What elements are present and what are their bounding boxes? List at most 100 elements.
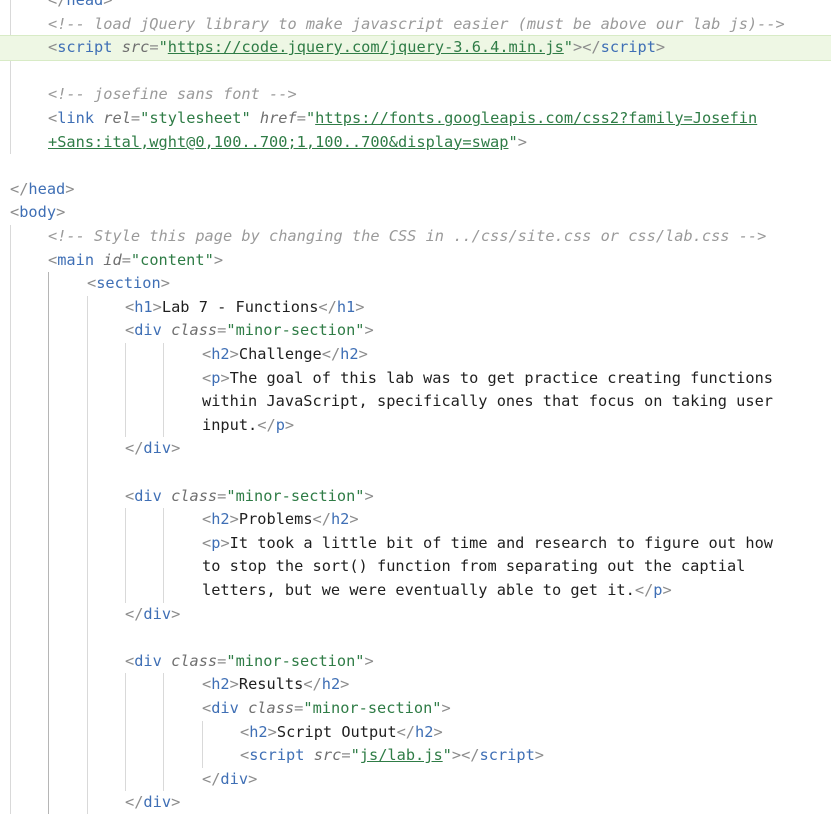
code-line-text: <div class="minor-section"> [125,650,374,674]
code-line[interactable]: <h2>Problems</h2> [0,508,831,532]
code-token: class [171,651,218,670]
code-token: " [350,746,360,765]
code-line[interactable]: input.</p> [0,414,831,438]
code-token: </ [634,581,654,599]
code-token: > [56,203,66,222]
code-line-text: <link rel="stylesheet" href="https://fon… [48,107,757,131]
code-token: <!-- Style this page by changing the CSS… [48,227,767,245]
code-line[interactable]: <p>It took a little bit of time and rese… [0,532,831,556]
code-line[interactable] [0,626,831,650]
code-token: = [294,699,304,717]
code-line[interactable]: <div class="minor-section"> [0,485,831,509]
code-token: div [220,769,249,788]
code-token: > [349,510,359,529]
code-token: ></ [451,746,480,765]
code-line[interactable]: </div> [0,791,831,814]
code-line[interactable]: <main id="content"> [0,249,831,273]
code-token: " [442,746,452,765]
code-line[interactable] [0,60,831,84]
code-line[interactable]: <h2>Results</h2> [0,673,831,697]
code-line[interactable]: <h2>Challenge</h2> [0,343,831,367]
code-token: > [655,38,666,57]
code-line-text: letters, but we were eventually able to … [202,579,672,603]
code-line[interactable]: <section> [0,272,831,296]
code-token: div [143,793,172,812]
code-line[interactable]: </div> [0,768,831,792]
code-token: > [220,533,230,552]
code-token: > [534,746,545,765]
code-line[interactable]: within JavaScript, specifically ones tha… [0,390,831,414]
code-token: ></ [573,38,601,57]
code-line[interactable]: <!-- Style this page by changing the CSS… [0,225,831,249]
code-token: = [296,109,306,127]
code-line[interactable]: <body> [0,201,831,225]
code-line[interactable]: to stop the sort() function from separat… [0,555,831,579]
code-token: </ [321,345,341,363]
code-token: div [134,321,162,340]
code-token: " [158,38,168,57]
code-line[interactable]: <p>The goal of this lab was to get pract… [0,367,831,391]
code-line[interactable]: </head> [0,178,831,202]
code-token: class [248,699,295,717]
code-line[interactable]: <div class="minor-section"> [0,697,831,721]
code-line[interactable]: <link rel="stylesheet" href="https://fon… [0,107,831,131]
code-line[interactable]: <div class="minor-section"> [0,319,831,343]
code-line[interactable]: </div> [0,437,831,461]
code-line-text: </div> [202,768,257,792]
code-token: h2 [211,510,230,529]
code-token: body [19,203,57,222]
code-token: < [202,533,212,552]
code-token: > [65,179,75,198]
code-token: Problems [238,510,313,529]
code-line[interactable]: <h1>Lab 7 - Functions</h1> [0,296,831,320]
code-token: > [267,722,277,741]
code-token: Challenge [238,345,322,363]
code-line[interactable]: <h2>Script Output</h2> [0,721,831,745]
code-line-text: <h2>Results</h2> [202,673,349,697]
code-token: h2 [321,675,341,694]
code-line[interactable]: </div> [0,603,831,627]
code-token: </ [125,439,144,458]
code-token: <!-- load jQuery library to make javascr… [48,14,785,33]
code-token: rel [103,109,131,127]
code-token: < [125,297,135,316]
code-token: "content" [130,250,214,269]
code-token: < [202,368,212,387]
code-token: h2 [415,722,434,741]
code-token: src [121,38,150,57]
code-token: script [479,746,535,765]
code-line-text: <h2>Challenge</h2> [202,343,368,367]
code-token: h2 [330,510,350,529]
code-token: = [130,109,141,127]
code-line-text: <div class="minor-section"> [125,319,374,343]
code-line[interactable] [0,461,831,485]
code-token: h2 [249,722,268,741]
code-line[interactable]: <!-- josefine sans font --> [0,83,831,107]
code-token: > [284,415,295,434]
code-line-text: </head> [10,178,74,202]
code-line[interactable] [0,154,831,178]
code-token: id [103,250,122,269]
code-editor[interactable]: </head> <!-- load jQuery library to make … [0,0,831,814]
code-line[interactable]: <!-- load jQuery library to make javascr… [0,13,831,37]
code-token: section [96,274,161,293]
code-line-text: <!-- Style this page by changing the CSS… [48,225,766,249]
code-token: </ [318,297,337,316]
code-line-text: <div class="minor-section"> [202,697,451,721]
code-token: < [48,38,58,57]
code-line[interactable]: +Sans:ital,wght@0,100..700;1,100..700&di… [0,131,831,155]
code-token: "minor-section" [226,321,365,340]
code-line-text: <p>It took a little bit of time and rese… [202,532,773,556]
code-line[interactable]: letters, but we were eventually able to … [0,579,831,603]
code-line[interactable]: </head> [0,0,831,13]
code-line[interactable]: <script src="https://code.jquery.com/jqu… [0,35,831,61]
code-line[interactable]: <div class="minor-section"> [0,650,831,674]
code-line-text: <script src="https://code.jquery.com/jqu… [48,36,665,60]
code-line[interactable]: <script src="js/lab.js"></script> [0,744,831,768]
